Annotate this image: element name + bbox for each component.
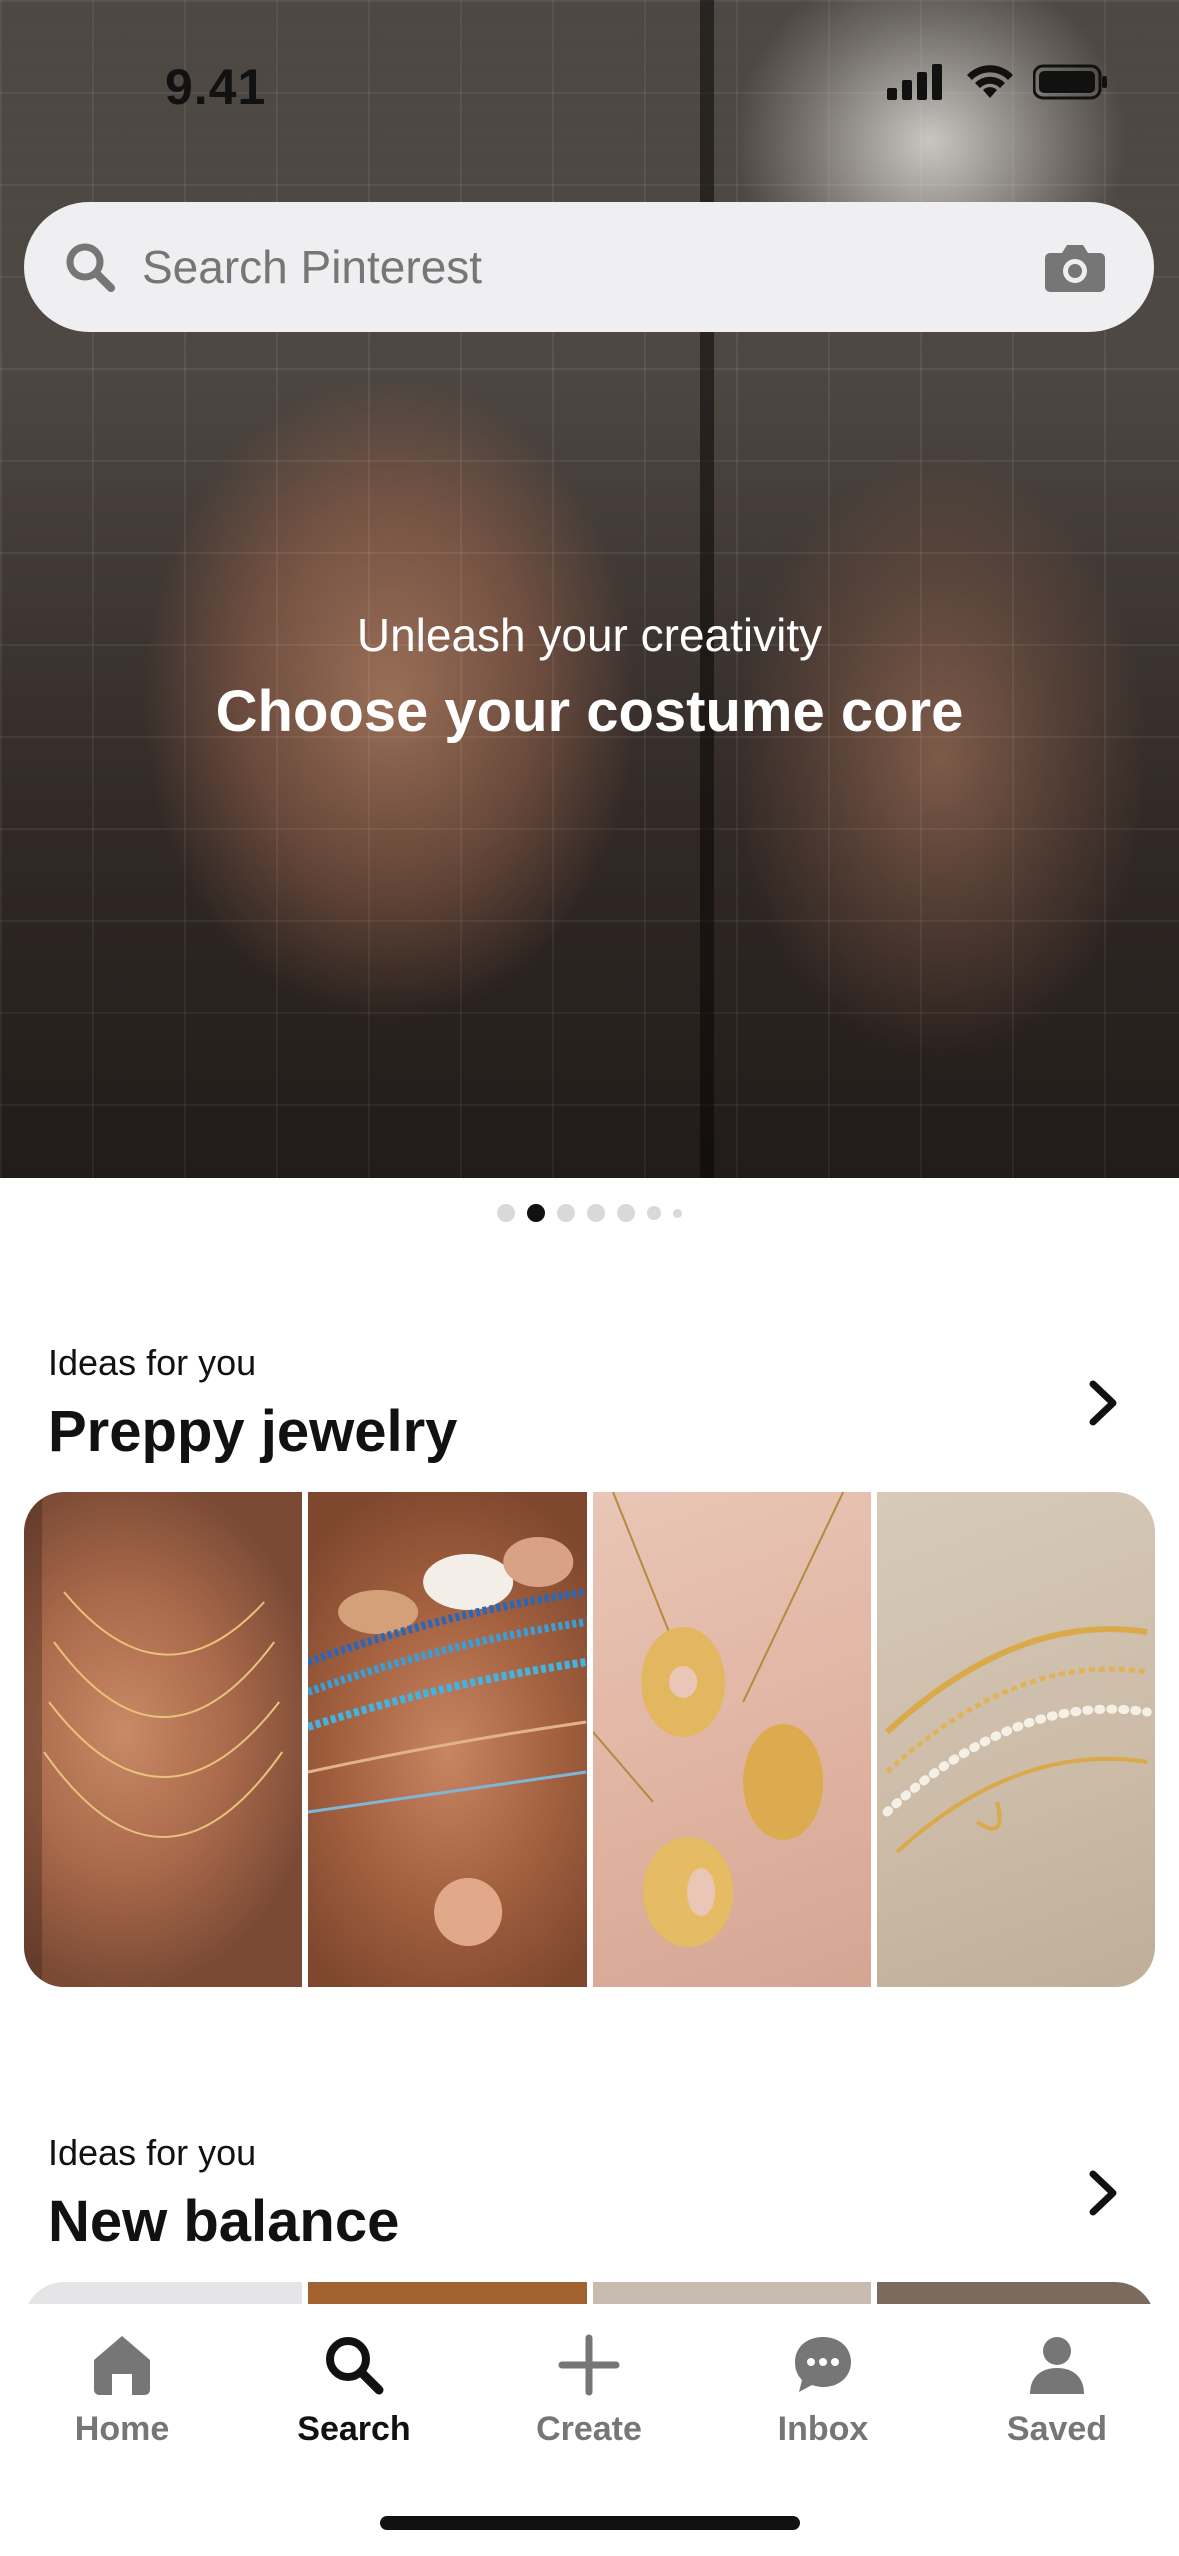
home-indicator[interactable]: [380, 2516, 800, 2530]
hero-subtitle: Unleash your creativity: [356, 609, 823, 661]
status-icons: [887, 64, 1109, 100]
carousel-dot[interactable]: [557, 1204, 575, 1222]
hero-title[interactable]: Choose your costume core: [0, 678, 1179, 745]
pin-image[interactable]: [592, 1492, 871, 1987]
carousel-dot[interactable]: [587, 1204, 605, 1222]
tab-inbox[interactable]: Inbox: [723, 2334, 923, 2449]
tab-label: Saved: [1006, 2410, 1108, 2448]
pin-image[interactable]: [24, 1492, 303, 1987]
wifi-icon: [967, 65, 1013, 98]
carousel-indicator[interactable]: [0, 1204, 1179, 1222]
carousel-dot[interactable]: [497, 1204, 515, 1222]
tab-label: Create: [536, 2410, 642, 2448]
carousel-dot-active[interactable]: [527, 1204, 545, 1222]
status-time: 9.41: [165, 59, 267, 115]
tab-label: Search: [297, 2410, 411, 2448]
pin-image[interactable]: [876, 1492, 1155, 1987]
chevron-right-icon[interactable]: [1083, 2168, 1123, 2218]
tab-create[interactable]: Create: [489, 2334, 689, 2449]
search-icon: [66, 243, 115, 292]
home-icon: [94, 2336, 150, 2395]
cellular-signal-icon: [887, 64, 942, 100]
image-collage[interactable]: [24, 1492, 1155, 1987]
section-title[interactable]: New balance: [48, 2188, 399, 2255]
section-kicker: Ideas for you: [48, 1342, 257, 1383]
tab-home[interactable]: Home: [22, 2334, 222, 2449]
tab-search[interactable]: Search: [254, 2334, 454, 2449]
section-title[interactable]: Preppy jewelry: [48, 1398, 457, 1465]
tab-label: Inbox: [777, 2410, 869, 2448]
carousel-dot[interactable]: [673, 1208, 682, 1218]
search-icon: [326, 2337, 384, 2395]
plus-icon: [558, 2334, 620, 2396]
search-bar[interactable]: Search Pinterest: [24, 202, 1154, 332]
carousel-dot[interactable]: [617, 1204, 635, 1222]
camera-icon[interactable]: [1044, 241, 1106, 293]
section-kicker: Ideas for you: [48, 2132, 257, 2173]
carousel-dot[interactable]: [647, 1206, 661, 1220]
search-input[interactable]: Search Pinterest: [142, 240, 1044, 294]
pin-image[interactable]: [308, 1492, 587, 1987]
chevron-right-icon[interactable]: [1083, 1378, 1123, 1428]
profile-icon: [1030, 2337, 1084, 2394]
chat-bubble-icon: [795, 2337, 851, 2392]
tab-saved[interactable]: Saved: [957, 2334, 1157, 2449]
battery-icon: [1033, 64, 1107, 100]
tab-label: Home: [74, 2410, 170, 2448]
hero-banner[interactable]: [0, 0, 1179, 1178]
